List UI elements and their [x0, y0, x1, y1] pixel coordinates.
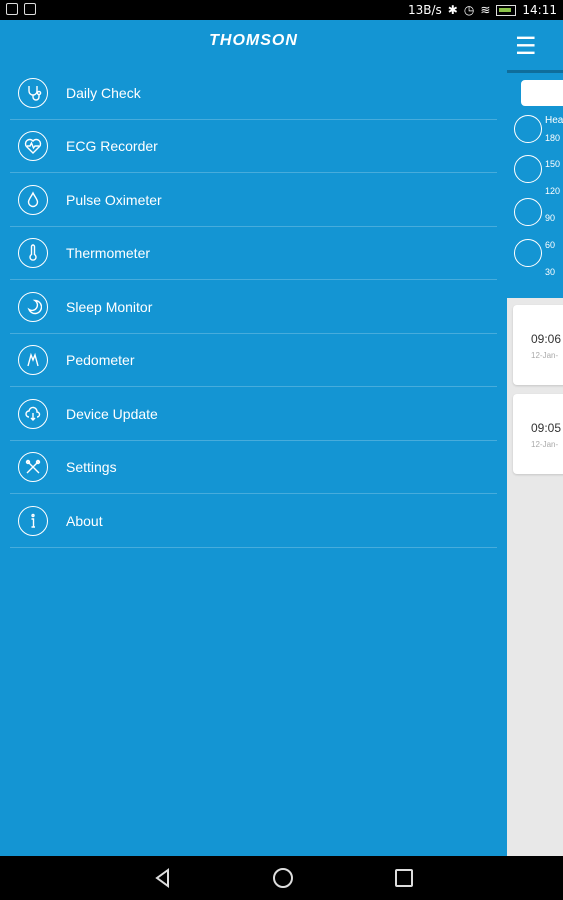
- menu-item-label: Daily Check: [66, 84, 141, 101]
- home-button[interactable]: [271, 866, 295, 890]
- y-tick: 150: [545, 159, 561, 169]
- app-bar: ☰: [507, 20, 563, 70]
- wifi-icon: ≋: [480, 3, 491, 17]
- moon-icon: [18, 291, 48, 322]
- photo-icon: [24, 3, 36, 15]
- record-card[interactable]: 09:06 12-Jan-: [513, 305, 563, 385]
- back-button[interactable]: [151, 866, 175, 890]
- back-icon: [155, 868, 169, 888]
- record-time: 09:06: [531, 332, 562, 346]
- tab-selector[interactable]: [521, 80, 563, 106]
- info-icon: [18, 505, 48, 536]
- menu-item-ecg-recorder[interactable]: ECG Recorder: [0, 120, 507, 174]
- menu-item-about[interactable]: About: [0, 494, 507, 548]
- menu-item-label: Device Update: [66, 405, 158, 422]
- stethoscope-icon: [514, 239, 542, 267]
- drop-icon: [514, 155, 542, 183]
- battery-icon: [496, 4, 517, 16]
- chart-label: Hea: [545, 115, 563, 126]
- menu-item-device-update[interactable]: Device Update: [0, 387, 507, 441]
- menu-item-pulse-oximeter[interactable]: Pulse Oximeter: [0, 173, 507, 227]
- menu-item-label: Settings: [66, 459, 117, 476]
- menu-item-label: About: [66, 512, 103, 529]
- heart-icon: [514, 115, 542, 143]
- y-tick: 60: [545, 240, 556, 250]
- background-app: ☰ Hea 180 150 120 90 60 30 09:06 12-Jan-…: [507, 20, 563, 856]
- record-date: 12-Jan-: [531, 351, 559, 360]
- notification-icon: [6, 3, 18, 15]
- menu-item-label: Pulse Oximeter: [66, 191, 162, 208]
- clock: 14:11: [522, 3, 557, 17]
- menu-item-label: Sleep Monitor: [66, 298, 153, 315]
- menu-item-settings[interactable]: Settings: [0, 441, 507, 495]
- heart-ecg-icon: [18, 131, 48, 162]
- recents-button[interactable]: [392, 866, 416, 890]
- menu-item-sleep-monitor[interactable]: Sleep Monitor: [0, 280, 507, 334]
- recents-icon: [395, 869, 413, 887]
- footsteps-icon: [18, 345, 48, 376]
- drawer-menu: Daily Check ECG Recorder Pulse Oximeter …: [0, 66, 507, 548]
- net-speed: 13B/s: [408, 3, 442, 17]
- y-tick: 180: [545, 133, 561, 143]
- menu-item-label: ECG Recorder: [66, 138, 158, 155]
- drop-icon: [18, 184, 48, 215]
- bluetooth-icon: ✱: [447, 3, 458, 17]
- chart-area: Hea 180 150 120 90 60 30: [507, 73, 563, 298]
- stethoscope-icon: [18, 77, 48, 108]
- brand-logo: THOMSON: [209, 32, 298, 49]
- status-bar: 13B/s ✱ ◷ ≋ 14:11: [0, 0, 563, 20]
- record-card[interactable]: 09:05 12-Jan-: [513, 394, 563, 474]
- system-navigation-bar: [0, 856, 563, 900]
- menu-item-pedometer[interactable]: Pedometer: [0, 334, 507, 388]
- alarm-icon: ◷: [463, 3, 475, 17]
- y-tick: 120: [545, 186, 561, 196]
- menu-item-thermometer[interactable]: Thermometer: [0, 227, 507, 281]
- menu-item-label: Thermometer: [66, 245, 151, 262]
- record-date: 12-Jan-: [531, 440, 559, 449]
- home-icon: [273, 868, 293, 888]
- thermometer-icon: [18, 238, 48, 269]
- cloud-download-icon: [18, 398, 48, 429]
- y-tick: 90: [545, 213, 556, 223]
- bars-icon: [514, 198, 542, 226]
- tools-icon: [18, 452, 48, 483]
- navigation-drawer: THOMSON Daily Check ECG Recorder Pulse O…: [0, 20, 507, 856]
- y-tick: 30: [545, 267, 556, 277]
- record-time: 09:05: [531, 421, 562, 435]
- hamburger-menu-icon[interactable]: ☰: [515, 32, 537, 61]
- menu-item-daily-check[interactable]: Daily Check: [0, 66, 507, 120]
- menu-item-label: Pedometer: [66, 352, 135, 369]
